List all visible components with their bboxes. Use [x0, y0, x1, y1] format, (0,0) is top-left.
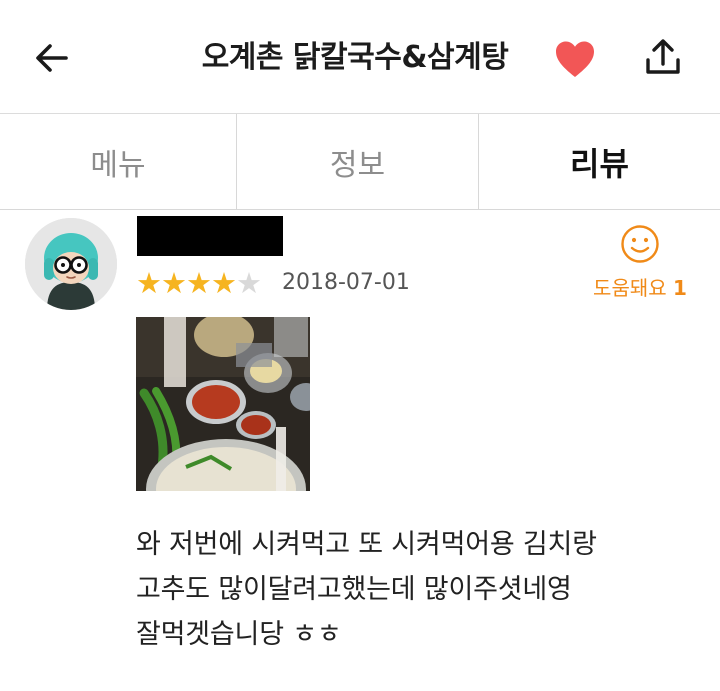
avatar[interactable]	[25, 218, 117, 310]
author-name-mark	[137, 250, 143, 254]
page-title: 오계촌 닭칼국수&삼계탕	[201, 40, 509, 75]
star-empty-icon: ★	[236, 266, 262, 300]
helpful-button[interactable]: 도움돼요 1	[582, 222, 698, 302]
arrow-left-icon	[36, 44, 68, 72]
share-button[interactable]	[640, 36, 686, 80]
author-name-redacted	[137, 216, 283, 256]
favorite-button[interactable]	[552, 38, 598, 80]
back-button[interactable]	[28, 34, 76, 82]
helpful-text: 도움돼요	[593, 276, 667, 300]
smile-icon	[621, 225, 659, 263]
share-icon	[646, 39, 680, 74]
helpful-count: 1	[673, 276, 687, 300]
review-text-line: 잘먹겟습니당 ㅎㅎ	[136, 619, 342, 650]
tab-reviews[interactable]: 리뷰	[479, 114, 720, 209]
star-filled-icon: ★	[186, 266, 212, 300]
heart-icon	[556, 41, 594, 77]
review-date: 2018-07-01	[282, 270, 410, 295]
review-text-line: 고추도 많이달려고했는데 많이주셧네영	[136, 574, 572, 605]
review-text-line: 와 저번에 시켜먹고 또 시켜먹어용 김치랑	[136, 529, 597, 560]
star-filled-icon: ★	[211, 266, 237, 300]
app-header: 오계촌 닭칼국수&삼계탕	[0, 0, 720, 114]
rating-stars: ★ ★ ★ ★ ★	[136, 266, 262, 300]
tab-bar: 메뉴 정보 리뷰	[0, 114, 720, 210]
tab-info[interactable]: 정보	[237, 114, 479, 209]
review-item: ★ ★ ★ ★ ★ 2018-07-01 도움돼요 1 와 저번에 시켜먹고 또…	[0, 210, 720, 691]
review-photo[interactable]	[136, 317, 310, 491]
tab-menu[interactable]: 메뉴	[0, 114, 237, 209]
review-text: 와 저번에 시켜먹고 또 시켜먹어용 김치랑 고추도 많이달려고했는데 많이주셧…	[136, 522, 696, 657]
avatar-character-image	[25, 218, 117, 310]
star-filled-icon: ★	[161, 266, 187, 300]
helpful-label: 도움돼요 1	[582, 274, 698, 302]
food-photo-image	[136, 317, 310, 491]
star-filled-icon: ★	[136, 266, 162, 300]
